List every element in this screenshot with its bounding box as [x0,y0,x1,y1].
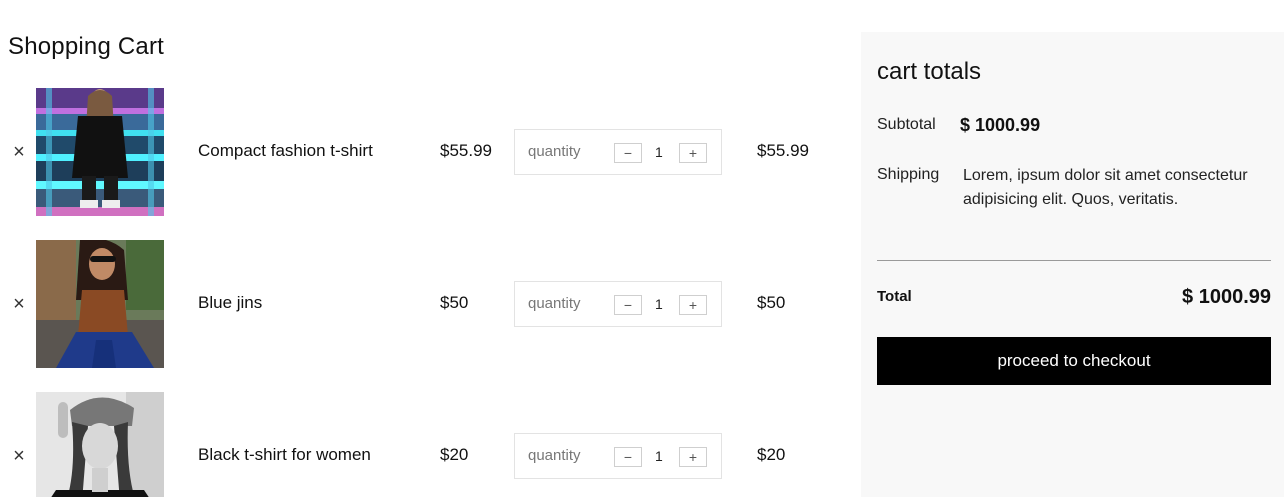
product-image[interactable] [36,88,164,216]
quantity-value[interactable]: 1 [655,296,663,312]
quantity-stepper: quantity − 1 + [514,129,722,175]
subtotal-value: $ 1000.99 [960,115,1041,135]
quantity-value[interactable]: 1 [655,144,663,160]
remove-item-button[interactable]: × [10,294,28,314]
remove-item-button[interactable]: × [10,446,28,466]
cart-item-row: × Compact fashion t-shirt $55.99 quantit… [0,88,840,216]
increase-quantity-button[interactable]: + [679,143,707,163]
product-name[interactable]: Compact fashion t-shirt [198,141,373,161]
decrease-quantity-button[interactable]: − [614,143,642,163]
product-photo-black-tshirt [36,392,164,497]
shipping-label: Shipping [877,166,940,183]
cart-totals-heading: cart totals [877,58,982,85]
subtotal-label: Subtotal [877,116,936,133]
page-title: Shopping Cart [8,33,165,60]
product-photo-blue-jeans [36,240,164,368]
product-name[interactable]: Blue jins [198,293,262,313]
line-total: $50 [757,293,786,312]
total-value: $ 1000.99 [1182,286,1271,308]
product-name[interactable]: Black t-shirt for women [198,445,371,465]
line-total: $55.99 [757,141,809,160]
shipping-description: Lorem, ipsum dolor sit amet consectetur … [963,167,1248,208]
quantity-stepper: quantity − 1 + [514,281,722,327]
cart-totals-panel: cart totals Subtotal $ 1000.99 Shipping … [861,32,1284,497]
unit-price: $55.99 [440,141,492,160]
line-total: $20 [757,445,786,464]
proceed-to-checkout-button[interactable]: proceed to checkout [877,337,1271,385]
product-photo-neon-stairs [36,88,164,216]
unit-price: $20 [440,445,469,464]
remove-item-button[interactable]: × [10,142,28,162]
increase-quantity-button[interactable]: + [679,447,707,467]
quantity-label: quantity [528,447,581,464]
unit-price: $50 [440,293,469,312]
total-label: Total [877,288,912,305]
increase-quantity-button[interactable]: + [679,295,707,315]
cart-item-row: × Black t-shirt for women $20 quantity −… [0,392,840,497]
product-image[interactable] [36,240,164,368]
cart-item-row: × Blue jins $50 quantity − 1 + $50 [0,240,840,368]
decrease-quantity-button[interactable]: − [614,447,642,467]
totals-divider [877,260,1271,261]
quantity-label: quantity [528,143,581,160]
decrease-quantity-button[interactable]: − [614,295,642,315]
quantity-stepper: quantity − 1 + [514,433,722,479]
quantity-value[interactable]: 1 [655,448,663,464]
product-image[interactable] [36,392,164,497]
quantity-label: quantity [528,295,581,312]
